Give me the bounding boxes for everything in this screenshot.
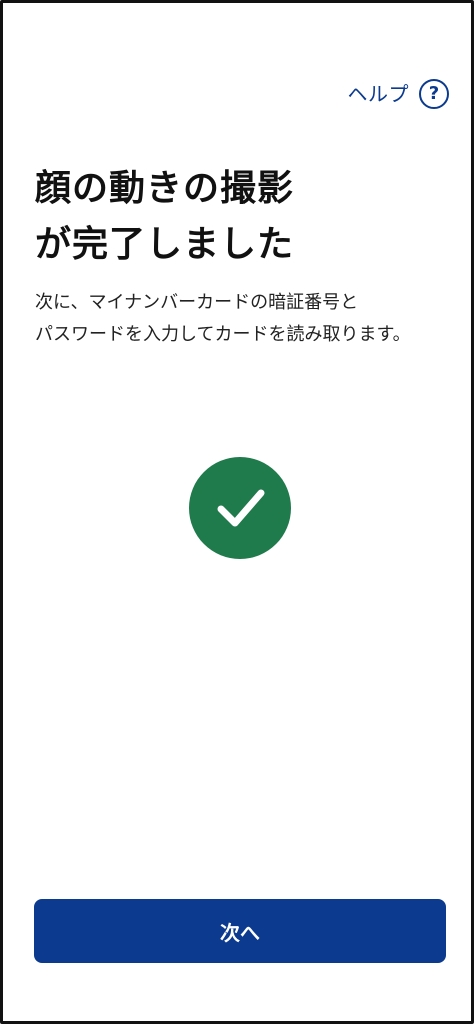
checkmark-icon [217,489,265,527]
app-screen: ヘルプ ? 顔の動きの撮影 が完了しました 次に、マイナンバーカードの暗証番号と… [0,0,474,1024]
question-circle-icon: ? [419,79,449,109]
description-text: 次に、マイナンバーカードの暗証番号と パスワードを入力してカードを読み取ります。 [35,292,411,345]
check-circle-icon [189,457,291,559]
page-title: 顔の動きの撮影 が完了しました [35,168,295,265]
next-button[interactable]: 次へ [34,899,446,963]
help-label: ヘルプ [347,82,409,106]
help-link[interactable]: ヘルプ ? [347,77,449,111]
